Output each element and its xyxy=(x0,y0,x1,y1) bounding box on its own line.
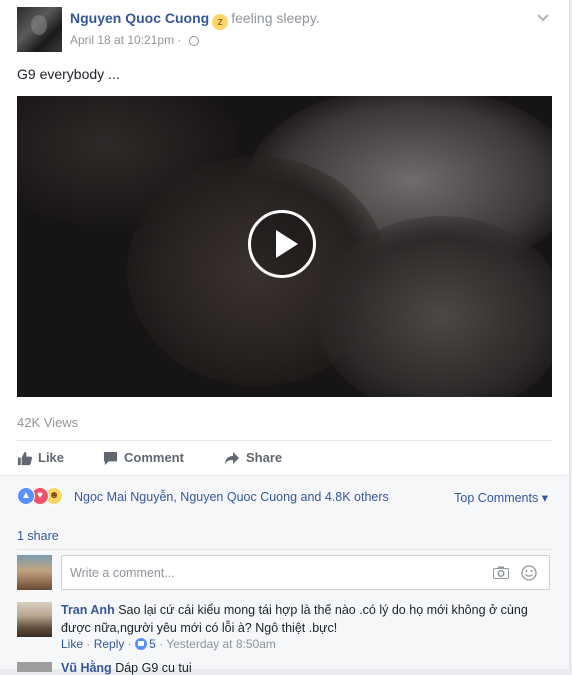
top-comments-dropdown[interactable]: Top Comments ▾ xyxy=(454,490,548,505)
comments-section: 1 share Tran Anh Sao lại cứ cái kiểu mon… xyxy=(0,518,569,675)
post-meta: April 18 at 10:21pm · xyxy=(70,33,199,47)
comment-icon xyxy=(103,451,118,466)
divider xyxy=(17,440,552,441)
post-header: Nguyen Quoc Cuong z feeling sleepy. April … xyxy=(17,7,557,53)
separator: · xyxy=(159,637,164,651)
emoji-icon[interactable] xyxy=(521,565,537,584)
like-label: Like xyxy=(38,450,65,465)
globe-icon[interactable] xyxy=(188,36,199,46)
commenter-avatar[interactable] xyxy=(17,602,52,637)
share-arrow-icon xyxy=(225,452,239,465)
separator: · xyxy=(86,637,91,651)
commenter-avatar[interactable] xyxy=(17,662,52,672)
comment-like-link[interactable]: Like xyxy=(61,637,83,651)
comment-input[interactable] xyxy=(68,565,472,581)
comment-body: Tran Anh Sao lại cứ cái kiểu mong tái hợ… xyxy=(61,601,536,637)
share-label: Share xyxy=(246,450,283,465)
view-count: 42K Views xyxy=(17,415,79,430)
like-count: 5 xyxy=(149,637,156,651)
separator: · xyxy=(127,637,132,651)
next-comment: Vũ Hằng Dáp G9 cu tui xyxy=(61,661,192,675)
reactors-summary[interactable]: Ngọc Mai Nguyễn, Nguyen Quoc Cuong and 4… xyxy=(74,490,389,504)
post-text: G9 everybody ... xyxy=(17,66,120,82)
comment-reply-link[interactable]: Reply xyxy=(94,637,125,651)
like-reaction-icon: ▲ xyxy=(17,487,35,505)
chevron-down-icon[interactable] xyxy=(537,9,549,25)
comment-button[interactable]: Comment xyxy=(103,444,184,472)
video-player[interactable] xyxy=(17,96,552,397)
commenter-name[interactable]: Tran Anh xyxy=(61,603,115,617)
author-line: Nguyen Quoc Cuong z feeling sleepy. xyxy=(70,10,320,30)
comment-label: Comment xyxy=(124,450,184,465)
share-count[interactable]: 1 share xyxy=(17,529,59,543)
comment-like-count[interactable]: 5 xyxy=(135,637,156,651)
commenter-name[interactable]: Vũ Hằng xyxy=(61,661,112,675)
author-avatar[interactable] xyxy=(17,7,62,52)
comment-text: Sao lại cứ cái kiểu mong tái hợp là thế … xyxy=(61,603,528,635)
feeling-text: feeling sleepy. xyxy=(231,10,320,26)
post-timestamp[interactable]: April 18 at 10:21pm xyxy=(70,33,174,47)
like-badge-icon xyxy=(135,638,148,650)
author-name[interactable]: Nguyen Quoc Cuong xyxy=(70,10,209,26)
play-button-icon[interactable] xyxy=(248,210,316,278)
divider xyxy=(17,549,552,550)
top-comments-label: Top Comments xyxy=(454,491,539,505)
camera-icon[interactable] xyxy=(493,566,509,582)
post-actions: Like Comment Share xyxy=(17,444,552,472)
caret-down-icon: ▾ xyxy=(541,491,548,505)
like-button[interactable]: Like xyxy=(17,444,64,472)
current-user-avatar[interactable] xyxy=(17,555,52,590)
thumbs-up-icon xyxy=(17,451,32,466)
meta-separator: · xyxy=(177,33,182,47)
sleepy-emoji-icon: z xyxy=(212,14,229,30)
comment-footer: Like · Reply · 5 · Yesterday at 8:50am xyxy=(61,637,276,651)
comment-time[interactable]: Yesterday at 8:50am xyxy=(166,637,276,651)
comment-text: Dáp G9 cu tui xyxy=(115,661,192,675)
reactions-bar: ▲ ♥ ☻ Ngọc Mai Nguyễn, Nguyen Quoc Cuong… xyxy=(0,475,569,519)
post-card: Nguyen Quoc Cuong z feeling sleepy. April … xyxy=(0,0,570,675)
share-button[interactable]: Share xyxy=(224,444,282,472)
comment-box[interactable] xyxy=(61,555,550,590)
